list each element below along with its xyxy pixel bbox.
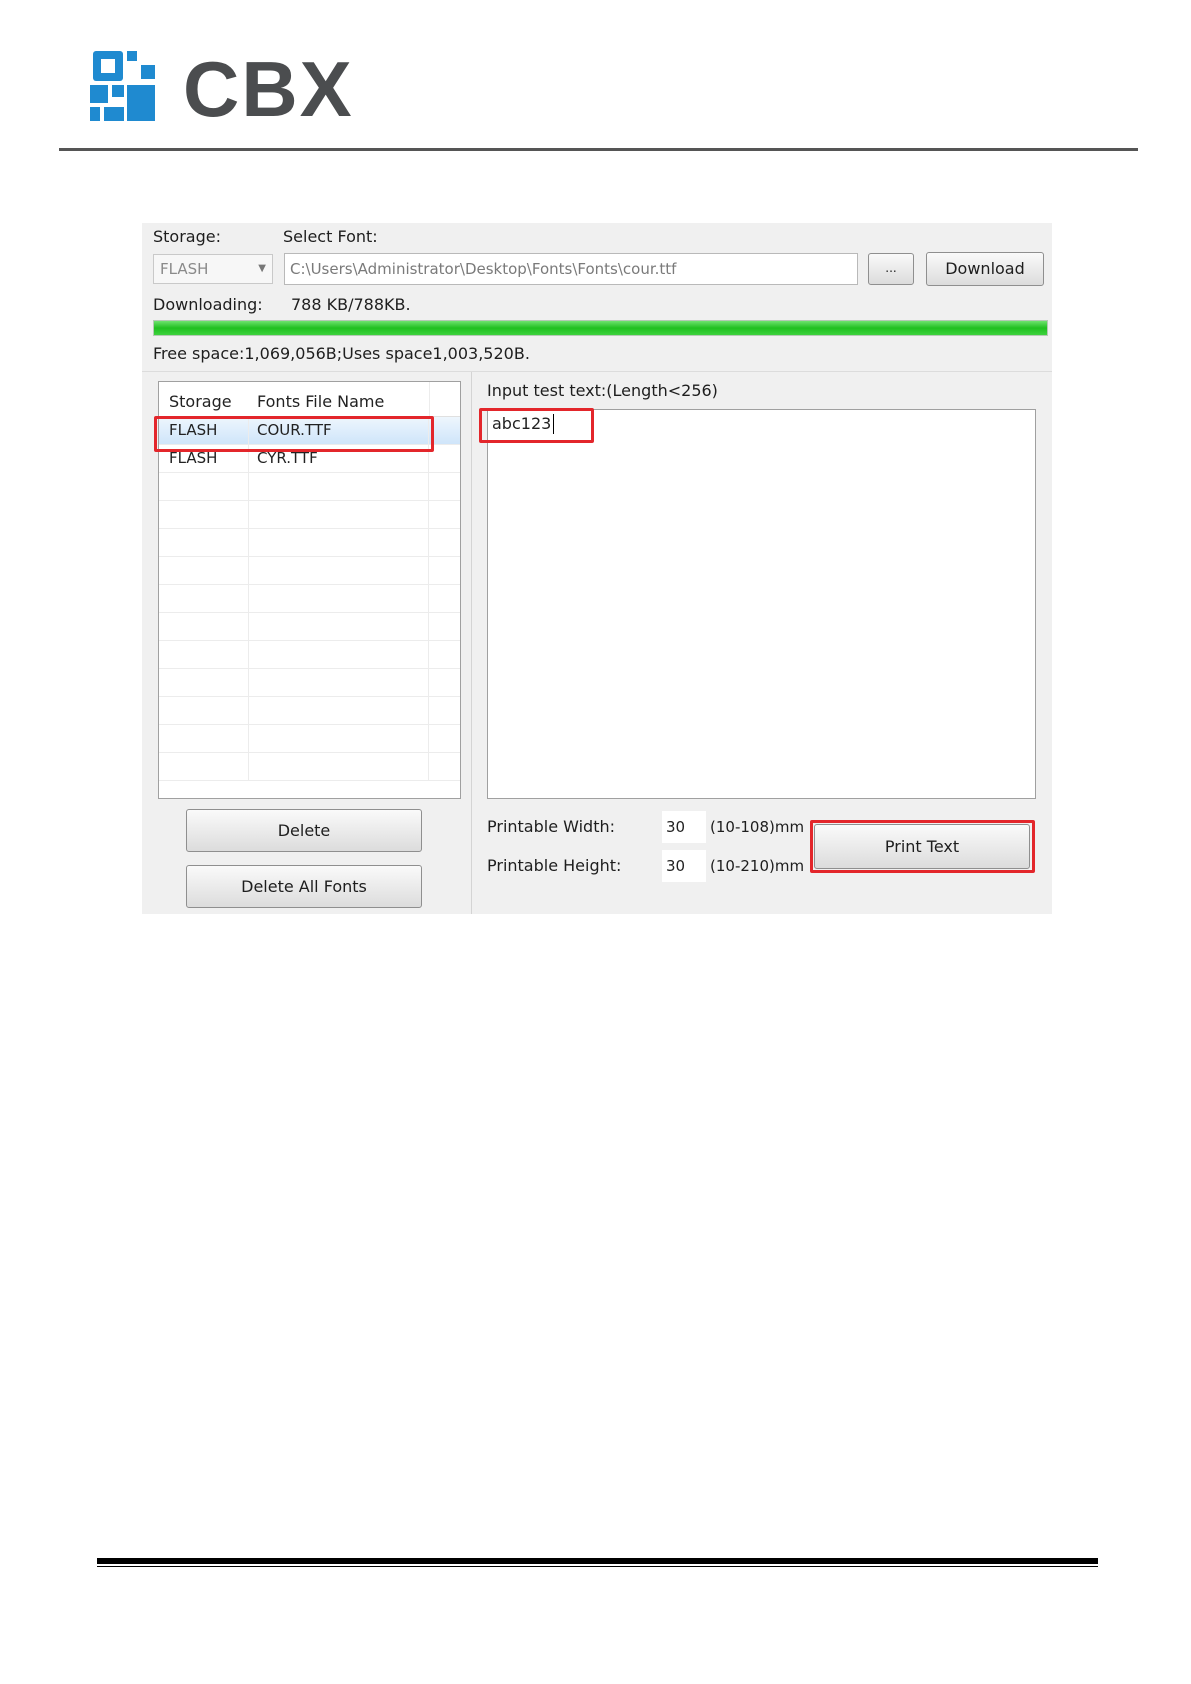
font-path-field[interactable]: C:\Users\Administrator\Desktop\Fonts\Fon… — [284, 253, 858, 285]
footer-divider — [97, 1558, 1098, 1564]
browse-button[interactable]: ... — [868, 253, 914, 285]
printable-height-range: (10-210)mm — [710, 857, 805, 875]
downloading-value: 788 KB/788KB. — [291, 295, 411, 314]
empty-row — [159, 697, 460, 725]
column-header-storage: Storage — [169, 392, 232, 411]
delete-all-fonts-button[interactable]: Delete All Fonts — [186, 865, 422, 908]
empty-row — [159, 613, 460, 641]
storage-label: Storage: — [153, 227, 221, 246]
brand-logo-text: CBX — [183, 45, 354, 133]
select-font-label: Select Font: — [283, 227, 378, 246]
table-header: Storage Fonts File Name — [159, 382, 460, 417]
empty-row — [159, 725, 460, 753]
empty-row — [159, 529, 460, 557]
highlight-input-text — [479, 408, 594, 443]
empty-row — [159, 669, 460, 697]
storage-select[interactable]: FLASH ▼ — [153, 254, 273, 284]
download-progress-bar — [153, 320, 1048, 336]
printable-width-range: (10-108)mm — [710, 818, 805, 836]
empty-row — [159, 557, 460, 585]
empty-row — [159, 641, 460, 669]
download-button[interactable]: Download — [926, 252, 1044, 286]
printable-width-label: Printable Width: — [487, 817, 616, 836]
empty-row — [159, 585, 460, 613]
column-header-font-name: Fonts File Name — [257, 392, 385, 411]
test-text-area[interactable]: abc123 — [487, 409, 1036, 799]
chevron-down-icon: ▼ — [258, 263, 266, 274]
downloading-label: Downloading: — [153, 295, 263, 314]
highlight-print-button — [810, 820, 1035, 873]
storage-select-value: FLASH — [160, 260, 209, 278]
footer-divider-thin — [97, 1566, 1098, 1567]
progress-fill — [154, 321, 1047, 335]
printable-height-input[interactable]: 30 — [662, 850, 706, 882]
space-info: Free space:1,069,056B;Uses space1,003,52… — [153, 344, 530, 363]
header-divider — [59, 148, 1138, 151]
empty-row — [159, 473, 460, 501]
printable-height-label: Printable Height: — [487, 856, 622, 875]
highlight-selected-font — [154, 416, 434, 452]
pane-divider — [471, 372, 472, 914]
font-download-window: Storage: Select Font: FLASH ▼ C:\Users\A… — [142, 223, 1052, 914]
cbx-logo-icon — [90, 51, 155, 121]
printable-width-input[interactable]: 30 — [662, 811, 706, 843]
delete-button[interactable]: Delete — [186, 809, 422, 852]
empty-row — [159, 501, 460, 529]
empty-row — [159, 753, 460, 781]
section-divider — [142, 371, 1052, 372]
input-text-label: Input test text:(Length<256) — [487, 381, 718, 400]
